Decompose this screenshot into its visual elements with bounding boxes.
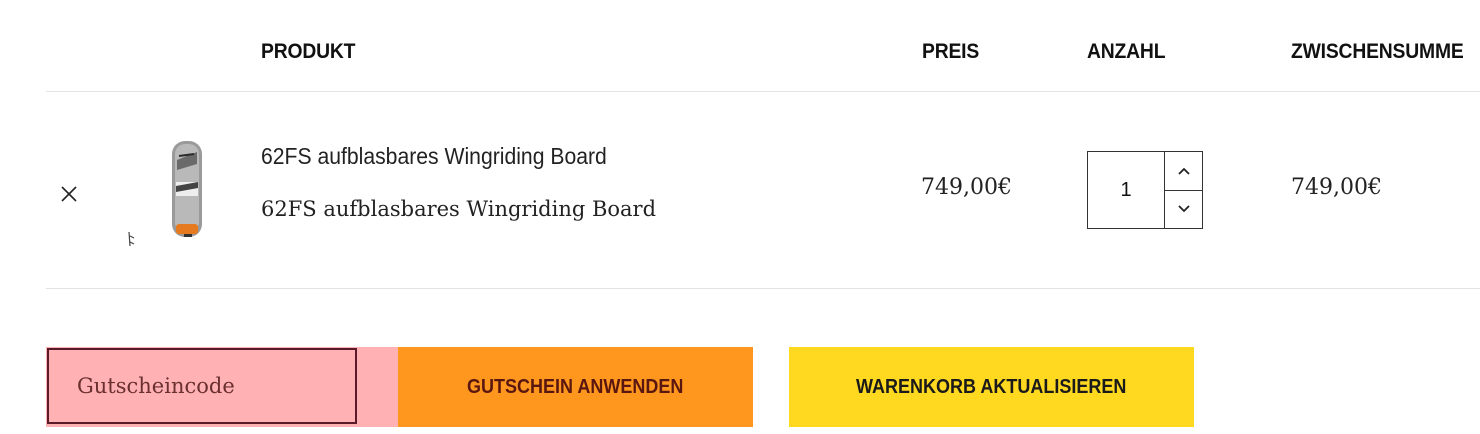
chevron-up-icon (1177, 167, 1190, 175)
product-name-link[interactable]: 62FS aufblasbares Wingriding Board (261, 143, 607, 170)
quantity-decrease-button[interactable] (1165, 189, 1202, 229)
apply-coupon-button[interactable]: GUTSCHEIN ANWENDEN (398, 347, 753, 427)
quantity-increase-button[interactable] (1165, 152, 1202, 190)
item-price: 749,00€ (921, 175, 1012, 200)
coupon-code-input[interactable] (47, 348, 357, 424)
quantity-stepper (1087, 151, 1203, 229)
column-header-price: PREIS (922, 40, 980, 63)
coupon-field-wrapper (46, 347, 398, 427)
product-thumbnail[interactable] (124, 138, 224, 252)
row-divider (46, 288, 1480, 289)
header-divider (46, 91, 1480, 92)
product-description: 62FS aufblasbares Wingriding Board (261, 197, 657, 221)
quantity-input[interactable] (1088, 152, 1165, 228)
close-icon[interactable] (61, 186, 77, 202)
update-cart-label: WARENKORB AKTUALISIEREN (856, 375, 1127, 398)
quantity-buttons (1165, 152, 1202, 228)
column-header-quantity: ANZAHL (1087, 40, 1166, 63)
column-header-product: PRODUKT (261, 40, 356, 63)
remove-item-button[interactable] (58, 183, 80, 205)
chevron-down-icon (1177, 205, 1190, 213)
update-cart-button[interactable]: WARENKORB AKTUALISIEREN (789, 347, 1194, 427)
item-subtotal: 749,00€ (1291, 175, 1382, 200)
column-header-subtotal: ZWISCHENSUMME (1291, 40, 1464, 63)
apply-coupon-label: GUTSCHEIN ANWENDEN (467, 375, 684, 398)
